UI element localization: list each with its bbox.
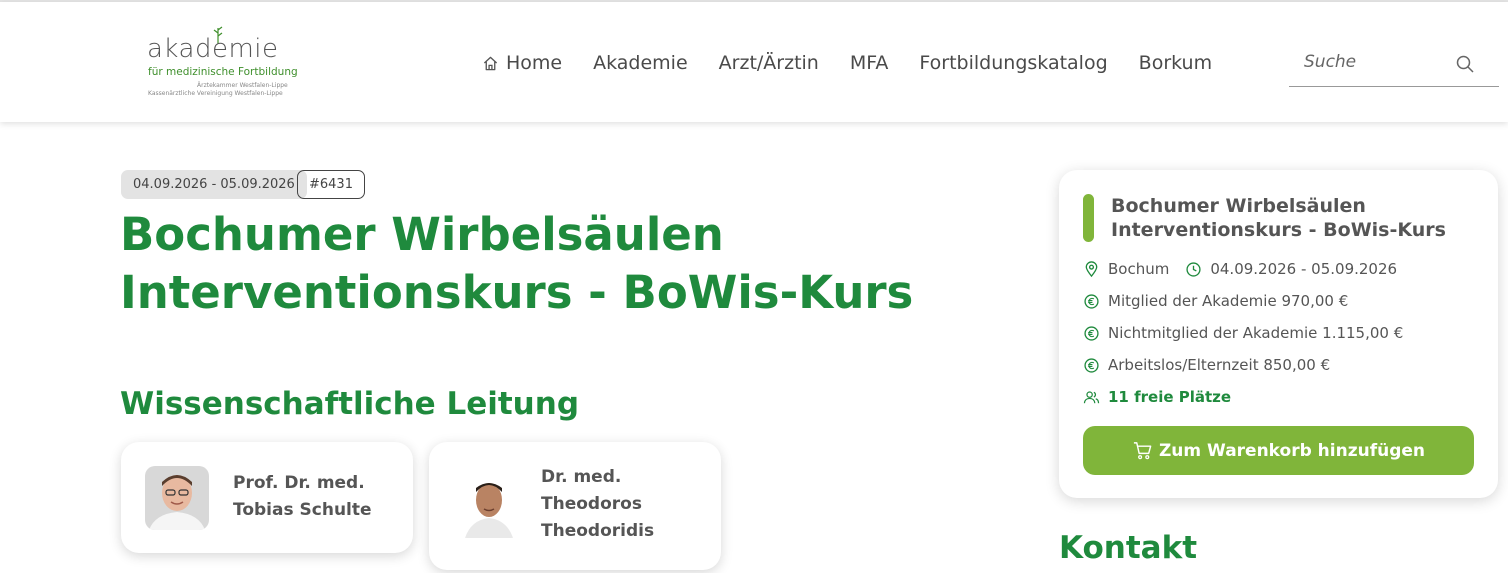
person-name: Dr. med. Theodoros Theodoridis [541, 467, 655, 541]
price-unemployed-row: Arbeitslos/Elternzeit 850,00 € [1083, 356, 1330, 374]
date-badge: 04.09.2026 - 05.09.2026 [121, 170, 307, 199]
logo-org-2: Kassenärztliche Vereinigung Westfalen-Li… [148, 90, 283, 97]
cart-icon [1133, 442, 1152, 460]
euro-icon [1084, 293, 1099, 309]
location-text: Bochum [1108, 260, 1170, 278]
home-icon [483, 56, 498, 70]
euro-icon [1084, 357, 1099, 373]
dates-text: 04.09.2026 - 05.09.2026 [1210, 260, 1398, 278]
nav-item-mfa[interactable]: MFA [850, 52, 889, 74]
add-to-cart-button[interactable]: Zum Warenkorb hinzufügen [1083, 426, 1474, 475]
price-nonmember-row: Nichtmitglied der Akademie 1.115,00 € [1083, 324, 1403, 342]
booking-card: Bochumer Wirbelsäulen Interventionskurs … [1059, 170, 1498, 498]
leitung-heading: Wissenschaftliche Leitung [120, 386, 580, 422]
free-spots-row: 11 freie Plätze [1083, 388, 1231, 406]
search-input[interactable] [1304, 50, 1454, 74]
logo-subtitle: für medizinische Fortbildung [148, 66, 298, 78]
nav-item-fortbildungskatalog[interactable]: Fortbildungskatalog [919, 52, 1107, 74]
kontakt-heading: Kontakt [1059, 530, 1198, 566]
page-title: Bochumer Wirbelsäulen Interventionskurs … [120, 208, 914, 319]
users-icon [1083, 390, 1100, 403]
price-member-row: Mitglied der Akademie 970,00 € [1083, 292, 1348, 310]
site-header: akademie für medizinische Fortbildung Är… [0, 2, 1508, 122]
person-card[interactable]: Dr. med. Theodoros Theodoridis [429, 442, 721, 570]
avatar [145, 466, 209, 530]
logo-org-1: Ärztekammer Westfalen-Lippe [197, 82, 288, 89]
nav-item-arzt[interactable]: Arzt/Ärztin [719, 52, 819, 74]
location-pin-icon [1085, 260, 1098, 277]
price-nonmember: Nichtmitglied der Akademie 1.115,00 € [1108, 324, 1404, 342]
booking-card-title: Bochumer Wirbelsäulen Interventionskurs … [1111, 195, 1446, 241]
avatar [457, 474, 521, 538]
nav-item-home[interactable]: Home [482, 52, 562, 74]
euro-icon [1084, 325, 1099, 341]
clock-icon [1186, 261, 1201, 277]
nav-label: Home [506, 52, 563, 74]
nav-item-akademie[interactable]: Akademie [593, 52, 688, 74]
logo-wordmark: akademie [147, 34, 279, 64]
accent-bar [1083, 194, 1094, 242]
course-id-badge: #6431 [297, 170, 365, 199]
location-dates-row: Bochum 04.09.2026 - 05.09.2026 [1083, 260, 1397, 278]
cart-button-label: Zum Warenkorb hinzufügen [1158, 440, 1426, 461]
search-box [1289, 40, 1499, 87]
search-icon[interactable] [1455, 54, 1475, 74]
price-member: Mitglied der Akademie 970,00 € [1108, 292, 1349, 310]
person-name: Prof. Dr. med. Tobias Schulte [233, 473, 372, 520]
free-spots: 11 freie Plätze [1108, 388, 1232, 406]
nav-item-borkum[interactable]: Borkum [1139, 52, 1212, 74]
price-unemployed: Arbeitslos/Elternzeit 850,00 € [1108, 356, 1331, 374]
logo[interactable]: akademie für medizinische Fortbildung Är… [147, 26, 298, 102]
person-card[interactable]: Prof. Dr. med. Tobias Schulte [121, 442, 413, 553]
main-nav: Home Akademie Arzt/Ärztin MFA Fortbildun… [482, 48, 1243, 78]
